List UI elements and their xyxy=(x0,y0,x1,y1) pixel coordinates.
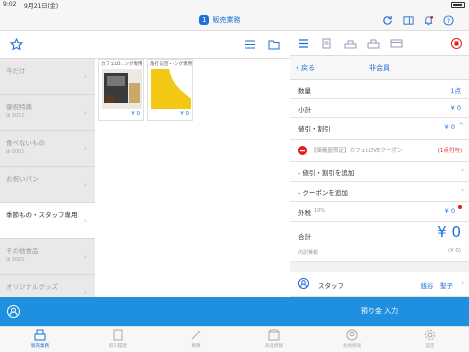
history-icon xyxy=(113,329,123,341)
product-price: ¥ 0 xyxy=(180,111,189,117)
product-name: 角打る団・-ング専用 xyxy=(150,62,192,67)
customer-type-title: 非会員 xyxy=(369,64,390,72)
battery-icon xyxy=(451,2,465,8)
discount-value: ¥ 0 xyxy=(444,123,455,131)
quantity-value: 1点 xyxy=(450,87,461,95)
folder-icon[interactable] xyxy=(268,39,280,50)
notification-bell-icon[interactable] xyxy=(423,15,434,26)
total-value: ¥ 0 xyxy=(437,223,461,241)
tab-sales[interactable]: 販売業務 xyxy=(10,329,70,349)
product-card[interactable]: 角打る団・-ング専用 ¥ 0 xyxy=(147,59,193,121)
favorite-star-icon[interactable] xyxy=(10,38,23,51)
status-bar: 9:02 9月21日(金) xyxy=(0,0,469,10)
status-date: 9月21日(金) xyxy=(24,3,59,10)
category-item[interactable]: 御祝特典 ⊞ 0010 › xyxy=(0,95,95,131)
receipt-icon[interactable] xyxy=(321,38,332,49)
box-icon xyxy=(268,329,280,341)
member-footer xyxy=(0,297,290,326)
calculator-icon xyxy=(191,330,201,340)
remove-coupon-icon[interactable] xyxy=(298,146,307,155)
tax-value: ¥ 0 xyxy=(444,207,455,215)
discount-row[interactable]: 値引・割引 ¥ 0 ^ xyxy=(290,118,469,140)
subtotal-row: 小計 ¥ 0 xyxy=(290,99,469,118)
product-card[interactable]: カフェLO...ング専用 ¥ 0 xyxy=(98,59,144,121)
member-icon[interactable] xyxy=(7,305,20,318)
coupon-point-tag: (1点付与) xyxy=(437,148,462,154)
catalog-toolbar xyxy=(0,31,290,59)
category-item-active[interactable]: 季節もの・スタッフ専用 › xyxy=(0,203,95,239)
member-icon xyxy=(346,329,358,341)
tax-row: 外税 10% ¥ 0 xyxy=(290,202,469,222)
section-spacer xyxy=(290,262,469,272)
chevron-right-icon: › xyxy=(83,108,87,117)
staff-name: 銭谷 聖子 xyxy=(420,282,454,290)
tab-members[interactable]: 会員情報 xyxy=(322,329,382,349)
coupon-row: 【御義屋限定】カフェLOVEクーポン (1点付与) xyxy=(290,140,469,162)
staff-row[interactable]: スタッフ 銭谷 聖子 › xyxy=(290,272,469,297)
tab-settings[interactable]: 設定 xyxy=(400,329,460,349)
chevron-up-icon: ^ xyxy=(458,122,464,130)
chevron-right-icon: › xyxy=(461,166,464,174)
menu-icon[interactable] xyxy=(298,38,309,49)
app-header: 1 販売業務 ? xyxy=(0,10,469,31)
chevron-right-icon: › xyxy=(83,144,87,153)
quantity-row: 数量 1点 xyxy=(290,80,469,99)
card-icon[interactable] xyxy=(390,38,403,49)
sidebar-toggle-icon[interactable] xyxy=(403,15,414,26)
refresh-icon[interactable] xyxy=(382,15,393,26)
add-coupon-row[interactable]: - クーポンを追加 › xyxy=(290,182,469,202)
product-price: ¥ 0 xyxy=(131,111,140,117)
status-time: 9:02 xyxy=(3,1,17,8)
total-row: 合計 ¥ 0 内訳費税 (¥ 0) xyxy=(290,222,469,262)
staff-avatar-icon xyxy=(298,278,309,289)
payment-input-button[interactable]: 預り金 入力 xyxy=(290,297,469,326)
tray-icon[interactable] xyxy=(344,38,357,49)
help-icon[interactable]: ? xyxy=(443,15,454,26)
register-number-badge: 1 xyxy=(199,15,210,25)
gear-icon xyxy=(425,330,435,340)
tax-breakdown-value: (¥ 0) xyxy=(447,248,461,254)
chevron-right-icon: › xyxy=(83,288,87,297)
tab-settlement[interactable]: 精算 xyxy=(166,329,226,349)
chevron-right-icon: › xyxy=(83,72,87,81)
alert-dot-icon xyxy=(458,205,462,209)
svg-text:?: ? xyxy=(447,17,450,25)
category-item[interactable]: お祝いパン › xyxy=(0,167,95,203)
product-image-coffee-set xyxy=(102,69,142,109)
tab-history[interactable]: 取引履歴 xyxy=(88,329,148,349)
category-list: 今だけ › 御祝特典 ⊞ 0010 › 食べないもの ⊞ 0001 › お祝いパン › 季節… xyxy=(0,59,95,297)
category-item[interactable]: その他食品 ⊞ 0001 › xyxy=(0,239,95,275)
add-discount-row[interactable]: - 値引・割引を追加 › xyxy=(290,162,469,182)
chevron-right-icon: › xyxy=(83,216,87,225)
customer-nav: ‹ 戻る 非会員 xyxy=(290,56,469,80)
transaction-toolbar xyxy=(290,31,469,56)
category-item[interactable]: 食べないもの ⊞ 0001 › xyxy=(0,131,95,167)
chevron-right-icon: › xyxy=(461,186,464,194)
chevron-right-icon: › xyxy=(83,252,87,261)
register-selector[interactable]: 1 販売業務 xyxy=(199,14,240,26)
subtotal-value: ¥ 0 xyxy=(450,104,461,112)
tab-products[interactable]: 商品情報 xyxy=(244,329,304,349)
stop-icon[interactable] xyxy=(451,38,462,49)
chevron-right-icon: › xyxy=(461,279,464,287)
page-title: 販売業務 xyxy=(212,16,241,24)
category-item[interactable]: オリジナルグッズ › xyxy=(0,275,95,297)
list-view-icon[interactable] xyxy=(244,39,256,50)
chevron-right-icon: › xyxy=(83,180,87,189)
tab-bar: 販売業務 取引履歴 精算 商品情報 会員情報 設定 xyxy=(0,326,469,352)
category-item[interactable]: 今だけ › xyxy=(0,59,95,95)
coupon-name: 【御義屋限定】カフェLOVEクーポン xyxy=(311,148,403,154)
product-image-yellow xyxy=(151,69,191,109)
register-icon[interactable] xyxy=(367,38,380,49)
product-name: カフェLO...ング専用 xyxy=(101,62,143,67)
product-grid: カフェLO...ング専用 ¥ 0 角打る団・-ング専用 ¥ 0 xyxy=(95,59,290,297)
register-icon xyxy=(34,329,46,341)
